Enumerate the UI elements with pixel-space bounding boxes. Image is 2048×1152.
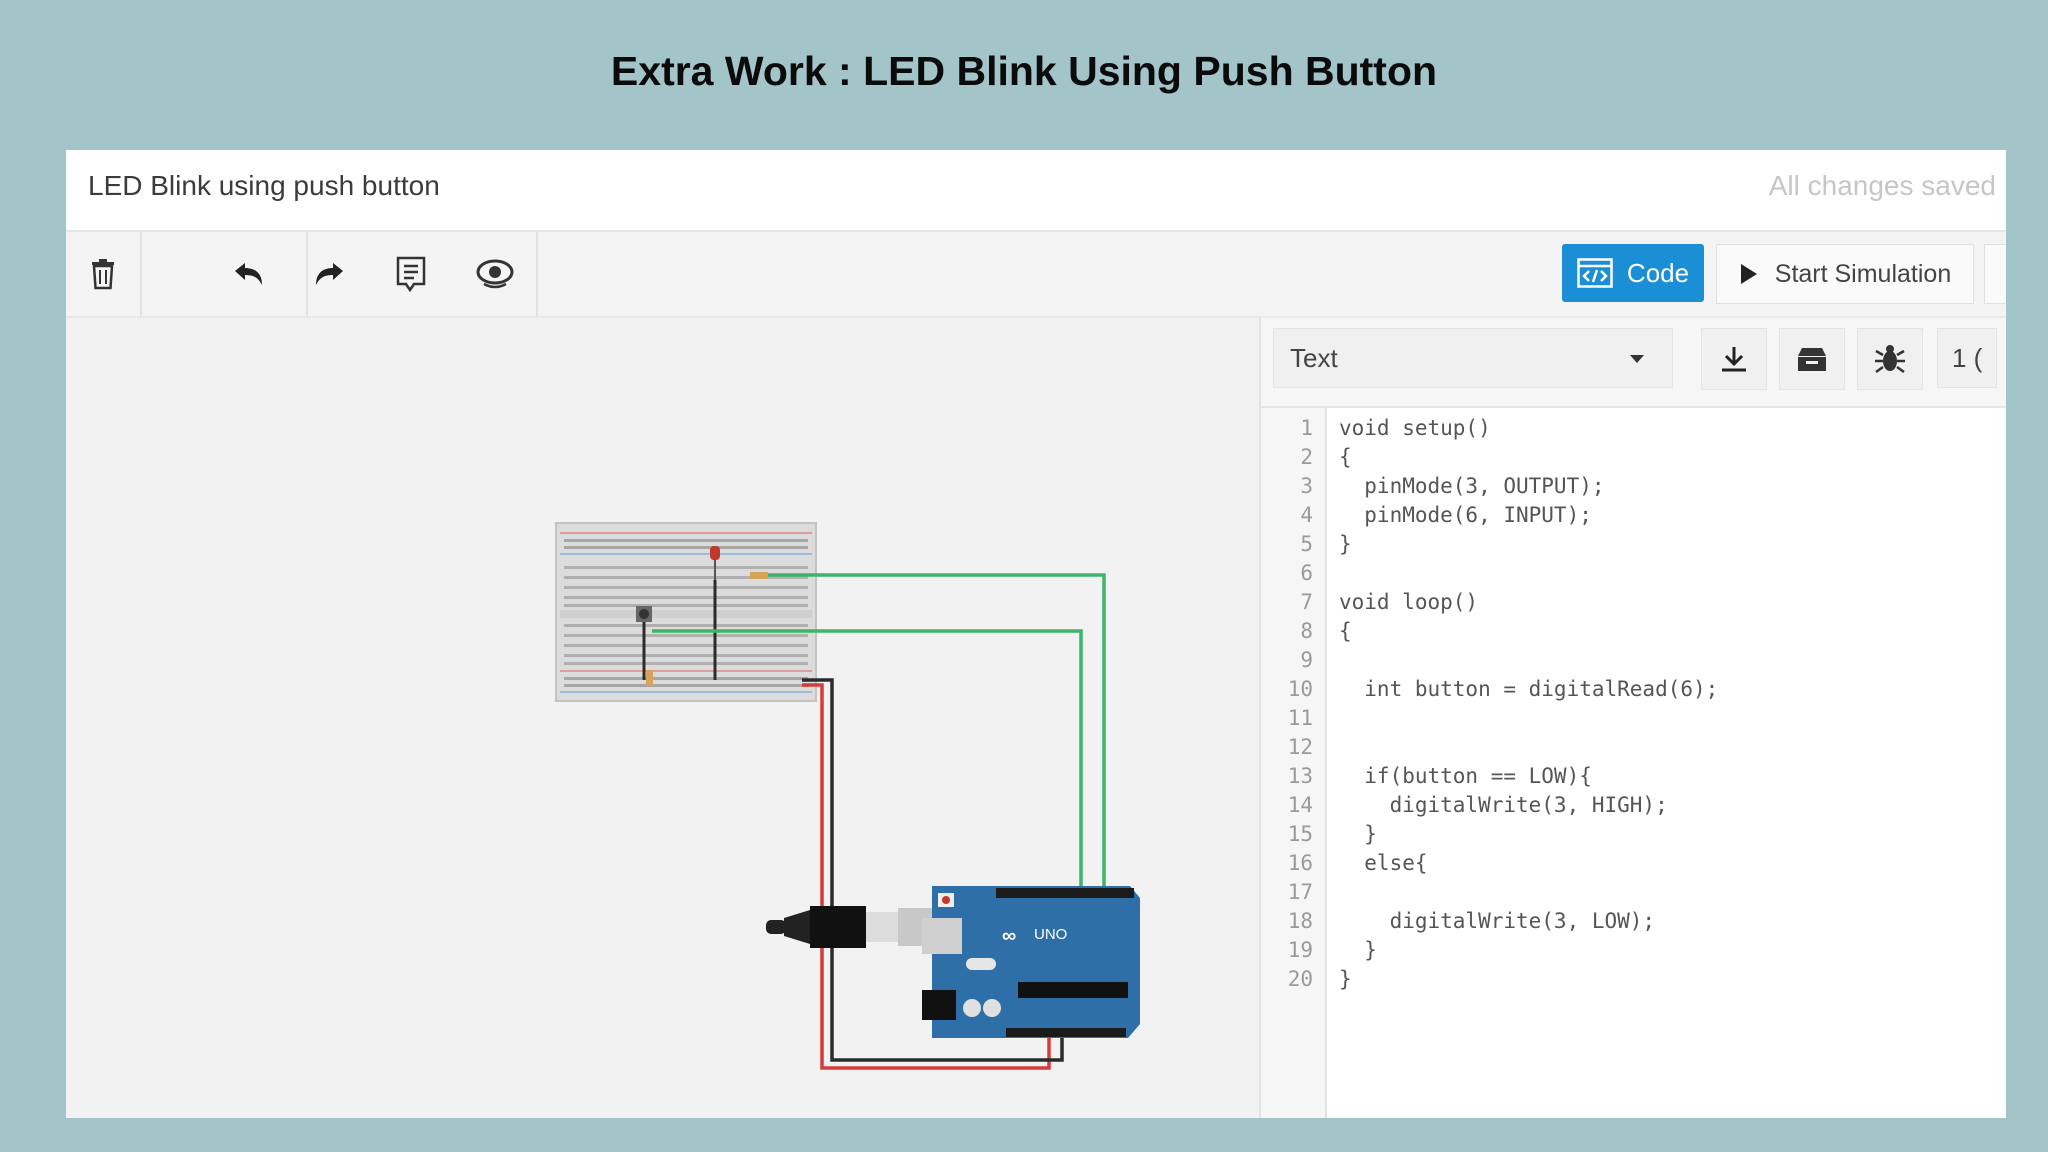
breadboard[interactable] [555, 522, 817, 702]
undo-icon [235, 263, 262, 285]
project-name[interactable]: LED Blink using push button [88, 170, 440, 202]
delete-button[interactable] [66, 232, 140, 316]
visibility-button[interactable] [458, 232, 532, 316]
arduino-logo-icon: ∞ [1002, 925, 1016, 947]
code-mode-value: Text [1290, 342, 1338, 373]
circuit-canvas[interactable]: UNO ∞ [66, 318, 1259, 1118]
main-toolbar: Code Start Simulation [66, 232, 2006, 318]
code-line: 12 [1287, 735, 1313, 759]
library-icon [1798, 348, 1826, 371]
notes-icon [396, 256, 426, 292]
download-icon [1722, 347, 1746, 372]
resistor-led[interactable] [750, 572, 768, 579]
power-jack [922, 990, 956, 1020]
code-line: 19 } [1287, 938, 1377, 962]
usb-cable [766, 906, 932, 948]
code-line: 1 void setup() [1300, 416, 1491, 440]
start-simulation-label: Start Simulation [1774, 259, 1952, 288]
eye-icon [476, 259, 514, 289]
code-mode-select[interactable]: Text [1273, 328, 1673, 388]
code-line: 11 [1287, 706, 1313, 730]
debugger-button[interactable] [1857, 328, 1923, 390]
undo-button[interactable] [216, 232, 282, 316]
code-line: 17 [1287, 880, 1313, 904]
code-line: 3 pinMode(3, OUTPUT); [1300, 474, 1605, 498]
code-line: 9 [1300, 648, 1313, 672]
code-button[interactable]: Code [1562, 244, 1704, 302]
notes-button[interactable] [376, 232, 446, 316]
save-status: All changes saved [1768, 170, 1996, 201]
arduino-uno-board[interactable]: UNO ∞ [922, 886, 1140, 1038]
code-line: 18 digitalWrite(3, LOW); [1287, 909, 1656, 933]
circuit-diagram[interactable]: UNO ∞ [66, 318, 1259, 1118]
title-bar: LED Blink using push button All changes … [66, 150, 2006, 232]
play-icon [1740, 264, 1757, 284]
trash-icon [92, 259, 114, 290]
download-code-button[interactable] [1701, 328, 1767, 390]
debug-icon [1875, 345, 1905, 374]
code-line: 10 int button = digitalRead(6); [1287, 677, 1719, 701]
libraries-button[interactable] [1779, 328, 1845, 390]
resistor-button[interactable] [646, 670, 653, 686]
usb-port [922, 918, 962, 954]
code-line: 16 else{ [1287, 851, 1428, 875]
component-selector-label: 1 ( [1952, 342, 1983, 373]
toolbar-overflow-button[interactable] [1984, 244, 2006, 304]
code-line: 8{ [1300, 619, 1352, 643]
code-panel: Text 1 (1 void setup() 2 {3 pinMode(3,… [1259, 318, 2006, 1118]
code-line: 6 [1300, 561, 1313, 585]
board-label: UNO [1034, 926, 1067, 943]
code-button-label: Code [1626, 257, 1690, 288]
code-line: 2{ [1300, 445, 1352, 469]
tinkercad-window: LED Blink using push button All changes … [66, 150, 2006, 1118]
code-line: 7 void loop() [1300, 590, 1479, 614]
code-line: 5} [1300, 532, 1352, 556]
start-simulation-button[interactable]: Start Simulation [1716, 244, 1974, 304]
code-line: 14 digitalWrite(3, HIGH); [1287, 793, 1668, 817]
redo-icon [316, 263, 343, 285]
slide-title: Extra Work : LED Blink Using Push Button [610, 48, 1438, 94]
component-selector[interactable]: 1 ( [1937, 328, 1997, 388]
code-line: 15 } [1287, 822, 1377, 846]
code-line: 20} [1287, 967, 1352, 991]
code-toolbar: Text 1 ( [1261, 318, 2006, 408]
code-line: 13 if(button == LOW){ [1287, 764, 1592, 788]
code-line: 4 pinMode(6, INPUT); [1300, 503, 1592, 527]
caret-down-icon [1630, 355, 1644, 363]
code-editor-icon [1577, 258, 1613, 288]
push-button[interactable] [636, 606, 652, 622]
